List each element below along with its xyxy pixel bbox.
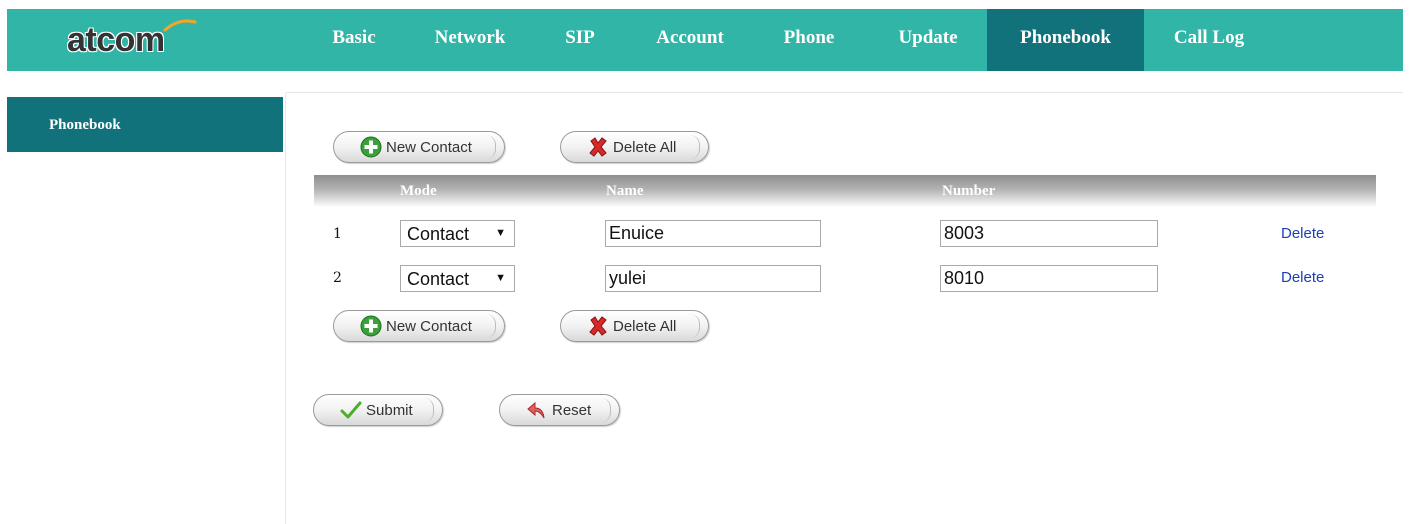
new-contact-button-bottom[interactable]: New Contact [333, 310, 505, 342]
row-index: 2 [333, 270, 342, 286]
button-cap [600, 398, 611, 422]
checkmark-icon [340, 399, 362, 421]
button-cap [689, 135, 700, 159]
mode-select-value: Contact [407, 224, 470, 244]
delete-row-link[interactable]: Delete [1281, 269, 1324, 286]
mode-select[interactable]: Contact ▼ [400, 220, 515, 247]
row-index: 1 [333, 226, 342, 242]
new-contact-label: New Contact [386, 138, 472, 156]
delete-all-button-bottom[interactable]: Delete All [560, 310, 709, 342]
submit-button[interactable]: Submit [313, 394, 443, 426]
new-contact-button-top[interactable]: New Contact [333, 131, 505, 163]
delete-x-icon [587, 136, 609, 158]
nav-basic[interactable]: Basic [312, 9, 396, 71]
delete-all-label: Delete All [613, 317, 677, 335]
undo-arrow-icon [526, 399, 548, 421]
number-input[interactable] [940, 220, 1158, 247]
dropdown-arrow-icon: ▼ [495, 272, 506, 284]
atcom-logo: atcom [67, 17, 199, 63]
name-input[interactable] [605, 220, 821, 247]
mode-select-value: Contact [407, 269, 470, 289]
delete-x-icon [587, 315, 609, 337]
delete-all-label: Delete All [613, 138, 677, 156]
nav-sip[interactable]: SIP [554, 9, 606, 71]
nav-update[interactable]: Update [884, 9, 972, 71]
column-number: Number [942, 183, 996, 199]
delete-row-link[interactable]: Delete [1281, 225, 1324, 242]
sidebar-item-phonebook[interactable]: Phonebook [7, 97, 283, 152]
column-mode: Mode [400, 183, 437, 199]
sidebar-divider [285, 93, 286, 524]
button-cap [423, 398, 434, 422]
nav-network[interactable]: Network [417, 9, 523, 71]
table-header: Mode Name Number [314, 175, 1376, 207]
add-icon [360, 315, 382, 337]
nav-phonebook[interactable]: Phonebook [987, 9, 1144, 71]
nav-account[interactable]: Account [642, 9, 738, 71]
name-input[interactable] [605, 265, 821, 292]
delete-all-button-top[interactable]: Delete All [560, 131, 709, 163]
number-input[interactable] [940, 265, 1158, 292]
header-divider [286, 92, 1403, 93]
nav-phone[interactable]: Phone [769, 9, 849, 71]
button-cap [485, 135, 496, 159]
new-contact-label: New Contact [386, 317, 472, 335]
reset-label: Reset [552, 401, 592, 419]
button-cap [689, 314, 700, 338]
reset-button[interactable]: Reset [499, 394, 620, 426]
button-cap [485, 314, 496, 338]
top-nav-bar: atcom Basic Network SIP Account Phone Up… [7, 9, 1403, 71]
column-name: Name [606, 183, 644, 199]
submit-label: Submit [366, 401, 413, 419]
dropdown-arrow-icon: ▼ [495, 227, 506, 239]
nav-call-log[interactable]: Call Log [1162, 9, 1256, 71]
add-icon [360, 136, 382, 158]
logo-swoosh-icon [163, 19, 197, 32]
mode-select[interactable]: Contact ▼ [400, 265, 515, 292]
logo-text: atcom [67, 21, 165, 59]
